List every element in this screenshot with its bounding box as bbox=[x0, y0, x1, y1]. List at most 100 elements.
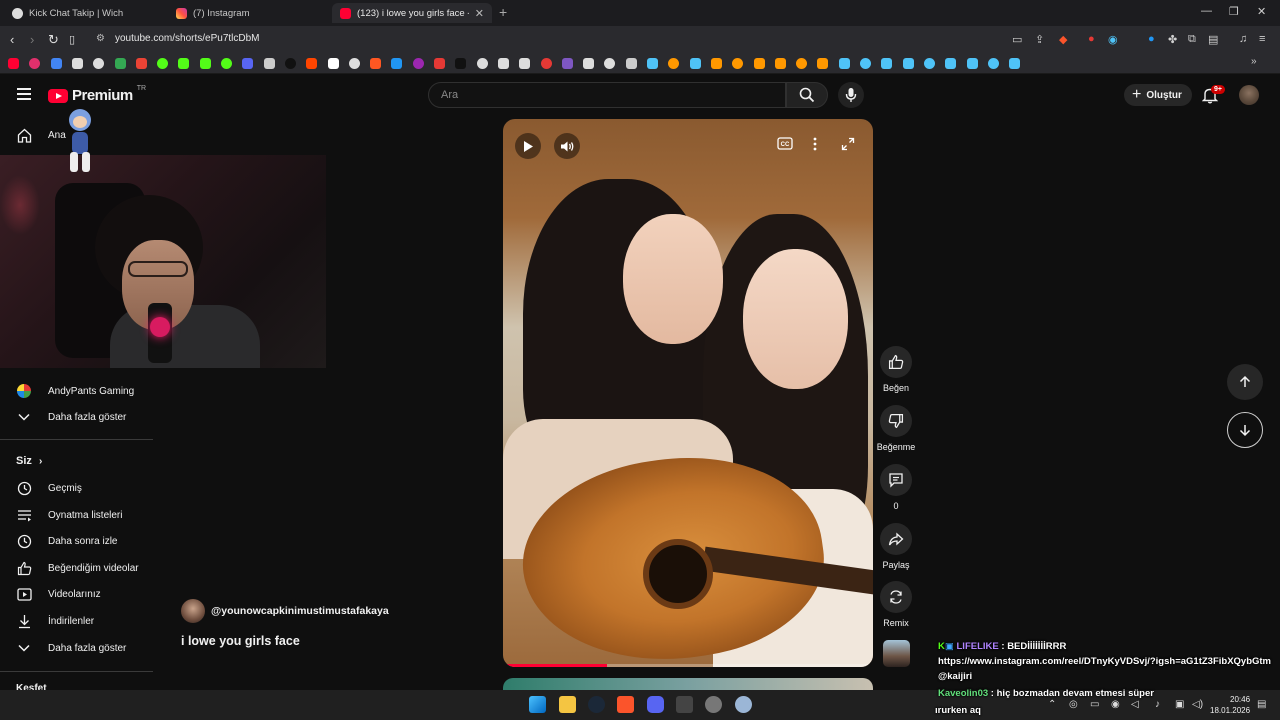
more-options-button[interactable] bbox=[813, 137, 817, 151]
sidebar-section-you[interactable]: Siz › bbox=[16, 455, 42, 467]
share-icon[interactable]: ⇪ bbox=[1035, 33, 1044, 46]
volume-tray-icon[interactable]: ◁) bbox=[1192, 699, 1203, 710]
search-input[interactable] bbox=[429, 83, 785, 107]
bookmark-favicon-icon[interactable] bbox=[987, 58, 999, 69]
sidebar-item-watch-later[interactable]: Daha sonra izle bbox=[0, 528, 153, 554]
speaker-icon[interactable]: ◁ bbox=[1131, 699, 1139, 710]
short-channel[interactable]: @younowcapkinimustimustafakaya bbox=[181, 599, 389, 623]
bookmark-favicon-icon[interactable] bbox=[625, 58, 637, 69]
bookmark-favicon-icon[interactable] bbox=[242, 58, 254, 69]
bookmark-favicon-icon[interactable] bbox=[817, 58, 829, 69]
minimize-icon[interactable]: — bbox=[1201, 5, 1212, 17]
bookmark-favicon-icon[interactable] bbox=[199, 58, 211, 69]
channel-handle[interactable]: @younowcapkinimustimustafakaya bbox=[211, 605, 389, 617]
voice-search-button[interactable] bbox=[838, 82, 864, 108]
extensions-icon[interactable]: ✤ bbox=[1168, 33, 1177, 46]
obs-icon[interactable] bbox=[705, 696, 722, 713]
sidebar-show-more-subscriptions[interactable]: Daha fazla göster bbox=[0, 404, 153, 430]
video-progress-bar[interactable] bbox=[503, 664, 873, 667]
bookmark-favicon-icon[interactable] bbox=[391, 58, 403, 69]
volume-button[interactable] bbox=[554, 133, 580, 159]
bookmark-favicon-icon[interactable] bbox=[284, 58, 296, 69]
bookmark-favicon-icon[interactable] bbox=[838, 58, 850, 69]
bookmark-favicon-icon[interactable] bbox=[881, 58, 893, 69]
browser-tab-kick-chat[interactable]: Kick Chat Takip | Wich bbox=[4, 3, 168, 23]
steam-tray-icon[interactable]: ◉ bbox=[1111, 699, 1120, 710]
play-button[interactable] bbox=[515, 133, 541, 159]
hamburger-menu-icon[interactable] bbox=[17, 88, 31, 100]
bookmark-favicon-icon[interactable] bbox=[263, 58, 275, 69]
system-clock[interactable]: 20:46 18.01.2026 bbox=[1210, 694, 1250, 716]
sidebar-item-downloads[interactable]: İndirilenler bbox=[0, 608, 153, 634]
bookmark-favicon-icon[interactable] bbox=[476, 58, 488, 69]
bookmark-favicon-icon[interactable] bbox=[178, 58, 190, 69]
sidebar-show-more-you[interactable]: Daha fazla göster bbox=[0, 635, 153, 661]
bookmark-favicon-icon[interactable] bbox=[860, 58, 871, 69]
next-short-preview[interactable] bbox=[503, 678, 873, 690]
extension-icon[interactable]: ● bbox=[1088, 33, 1095, 45]
browser-tab-instagram[interactable]: (7) Instagram bbox=[168, 3, 330, 23]
bookmark-favicon-icon[interactable] bbox=[923, 58, 935, 69]
sidebar-item-liked-videos[interactable]: Beğendiğim videolar bbox=[0, 555, 153, 581]
youtube-premium-logo[interactable]: Premium TR bbox=[48, 85, 146, 104]
bookmark-favicon-icon[interactable] bbox=[135, 58, 147, 69]
share-button[interactable] bbox=[880, 523, 912, 555]
sidebar-item-andypants-gaming[interactable]: AndyPants Gaming bbox=[0, 378, 153, 404]
tray-expand-icon[interactable]: ⌃ bbox=[1048, 699, 1056, 710]
search-button[interactable] bbox=[786, 82, 828, 108]
extension-icon[interactable]: ◉ bbox=[1108, 33, 1118, 46]
cast-icon[interactable]: ▭ bbox=[1012, 33, 1022, 46]
menu-icon[interactable]: ≡ bbox=[1259, 33, 1265, 45]
media-icon[interactable]: ♫ bbox=[1239, 33, 1247, 45]
bookmark-favicon-icon[interactable] bbox=[966, 58, 978, 69]
close-tab-icon[interactable]: ✕ bbox=[475, 7, 484, 20]
channel-avatar[interactable] bbox=[181, 599, 205, 623]
bookmark-favicon-icon[interactable] bbox=[327, 58, 339, 69]
tray-app-icon[interactable]: ◎ bbox=[1069, 699, 1078, 710]
microphone-tray-icon[interactable]: ♪ bbox=[1155, 699, 1160, 710]
captions-button[interactable]: CC bbox=[777, 137, 793, 150]
previous-short-button[interactable] bbox=[1227, 364, 1263, 400]
bookmark-favicon-icon[interactable] bbox=[668, 58, 680, 69]
url-field[interactable]: youtube.com/shorts/ePu7tlcDbM bbox=[115, 33, 260, 44]
sidebar-icon[interactable]: ▤ bbox=[1208, 33, 1218, 46]
bookmark-favicon-icon[interactable] bbox=[370, 58, 382, 69]
bookmark-favicon-icon[interactable] bbox=[71, 58, 83, 69]
bookmark-favicon-icon[interactable] bbox=[8, 58, 19, 69]
bookmark-favicon-icon[interactable] bbox=[561, 58, 573, 69]
bookmark-favicon-icon[interactable] bbox=[412, 58, 424, 69]
bookmark-favicon-icon[interactable] bbox=[689, 58, 701, 69]
bookmark-favicon-icon[interactable] bbox=[732, 58, 744, 69]
sidebar-item-playlists[interactable]: Oynatma listeleri bbox=[0, 502, 153, 528]
bookmark-favicon-icon[interactable] bbox=[93, 58, 105, 69]
brave-browser-icon[interactable] bbox=[617, 696, 634, 713]
bookmark-favicon-icon[interactable] bbox=[945, 58, 957, 69]
bookmark-favicon-icon[interactable] bbox=[1009, 58, 1021, 69]
remix-button[interactable] bbox=[880, 581, 912, 613]
new-tab-icon[interactable]: + bbox=[499, 4, 507, 20]
app-icon[interactable] bbox=[676, 696, 693, 713]
bookmarks-overflow-icon[interactable]: » bbox=[1251, 56, 1262, 67]
short-video-player[interactable]: CC bbox=[503, 119, 873, 667]
back-icon[interactable]: ‹ bbox=[10, 32, 14, 47]
bookmark-favicon-icon[interactable] bbox=[29, 58, 41, 69]
account-avatar[interactable] bbox=[1239, 85, 1259, 105]
bookmark-favicon-icon[interactable] bbox=[497, 58, 509, 69]
comments-button[interactable] bbox=[880, 464, 912, 496]
next-short-button[interactable] bbox=[1227, 412, 1263, 448]
battery-icon[interactable]: ▭ bbox=[1090, 699, 1099, 710]
sidebar-item-your-videos[interactable]: Videolarınız bbox=[0, 581, 153, 607]
bookmark-favicon-icon[interactable] bbox=[519, 58, 531, 69]
bookmark-favicon-icon[interactable] bbox=[647, 58, 658, 69]
audio-source-thumbnail[interactable] bbox=[883, 640, 910, 667]
bookmark-favicon-icon[interactable] bbox=[583, 58, 595, 69]
steam-icon[interactable] bbox=[588, 696, 605, 713]
restore-icon[interactable]: ❐ bbox=[1229, 5, 1239, 18]
bookmark-icon[interactable]: ▯ bbox=[69, 33, 75, 46]
bookmark-favicon-icon[interactable] bbox=[50, 58, 62, 69]
site-settings-icon[interactable]: ⚙ bbox=[96, 33, 105, 44]
bookmark-favicon-icon[interactable] bbox=[774, 58, 786, 69]
bookmark-favicon-icon[interactable] bbox=[902, 58, 914, 69]
bookmark-favicon-icon[interactable] bbox=[540, 58, 552, 69]
windows-start-icon[interactable] bbox=[529, 696, 546, 713]
